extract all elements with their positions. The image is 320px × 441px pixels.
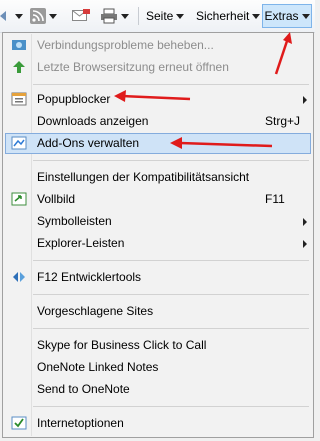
annotation-arrow-addons [170, 137, 273, 149]
menu-item-troubleshoot-connection[interactable]: Verbindungsprobleme beheben... [5, 35, 311, 56]
network-repair-icon [12, 40, 26, 50]
chevron-down-icon [176, 13, 185, 19]
menu-item-label: Vollbild [37, 192, 76, 206]
menu-item-label: Popupblocker [37, 92, 111, 106]
chevron-right-icon [303, 218, 307, 226]
menu-seite[interactable]: Seite [146, 5, 185, 27]
chevron-down-icon [252, 13, 261, 19]
addons-icon [11, 136, 27, 150]
menu-item-skype-click-to-call[interactable]: Skype for Business Click to Call [5, 335, 311, 356]
chevron-right-icon [303, 96, 307, 104]
rss-icon [30, 8, 46, 24]
fullscreen-icon [11, 192, 27, 206]
menu-item-label: Send to OneNote [37, 382, 130, 396]
menu-item-label: Downloads anzeigen [37, 114, 149, 128]
menu-item-label: Symbolleisten [37, 214, 112, 228]
menu-item-label: Verbindungsprobleme beheben... [37, 38, 214, 52]
internet-options-icon [11, 416, 27, 430]
popup-blocker-icon [11, 92, 27, 106]
menu-item-label: Skype for Business Click to Call [37, 338, 207, 352]
mail-button[interactable] [72, 5, 90, 27]
annotation-arrow-extras [274, 32, 292, 75]
menu-item-shortcut: Strg+J [265, 114, 301, 128]
menu-item-label: OneNote Linked Notes [37, 360, 159, 374]
menu-sicherheit-label: Sicherheit [196, 9, 250, 23]
print-button[interactable] [100, 5, 129, 27]
menu-item-developer-tools[interactable]: F12 Entwicklertools [5, 267, 311, 288]
rss-feed-button[interactable] [30, 5, 57, 27]
menu-item-internet-options[interactable]: Internetoptionen [5, 413, 311, 434]
menu-item-label: Explorer-Leisten [37, 236, 125, 250]
mail-icon [72, 9, 90, 21]
chevron-right-icon [303, 240, 307, 248]
menu-item-label: F12 Entwicklertools [37, 270, 142, 284]
menu-item-label: Einstellungen der Kompatibilitätsansicht [37, 170, 250, 184]
home-icon[interactable] [0, 5, 10, 27]
menu-item-label: Add-Ons verwalten [37, 136, 140, 150]
menu-item-downloads[interactable]: Downloads anzeigen Strg+J [5, 111, 311, 132]
menu-item-explorer-bars[interactable]: Explorer-Leisten [5, 233, 311, 254]
menu-item-onenote-linked-notes[interactable]: OneNote Linked Notes [5, 357, 311, 378]
menu-item-label: Internetoptionen [37, 416, 124, 430]
menu-item-fullscreen[interactable]: Vollbild F11 [5, 189, 311, 210]
chevron-down-icon [301, 13, 310, 19]
menu-item-label: Vorgeschlagene Sites [37, 304, 154, 318]
developer-tools-icon [13, 272, 25, 282]
reopen-session-icon [13, 61, 25, 73]
printer-icon [101, 8, 117, 24]
menu-item-shortcut: F11 [265, 192, 285, 206]
menu-extras-label: Extras [264, 9, 299, 23]
menu-item-send-to-onenote[interactable]: Send to OneNote [5, 379, 311, 400]
menu-item-reopen-session[interactable]: Letzte Browsersitzung erneut öffnen [5, 57, 311, 78]
menu-item-label: Letzte Browsersitzung erneut öffnen [37, 60, 229, 74]
menu-item-toolbars[interactable]: Symbolleisten [5, 211, 311, 232]
menu-extras[interactable]: Extras [262, 4, 312, 28]
menu-item-compat-view-settings[interactable]: Einstellungen der Kompatibilitätsansicht [5, 167, 311, 188]
caret-icon[interactable] [12, 5, 23, 27]
menu-seite-label: Seite [146, 9, 174, 23]
command-bar: Seite Sicherheit Extras [0, 0, 315, 33]
annotation-arrow-popupblocker [114, 90, 191, 102]
menu-item-suggested-sites[interactable]: Vorgeschlagene Sites [5, 301, 311, 322]
menu-sicherheit[interactable]: Sicherheit [196, 5, 261, 27]
